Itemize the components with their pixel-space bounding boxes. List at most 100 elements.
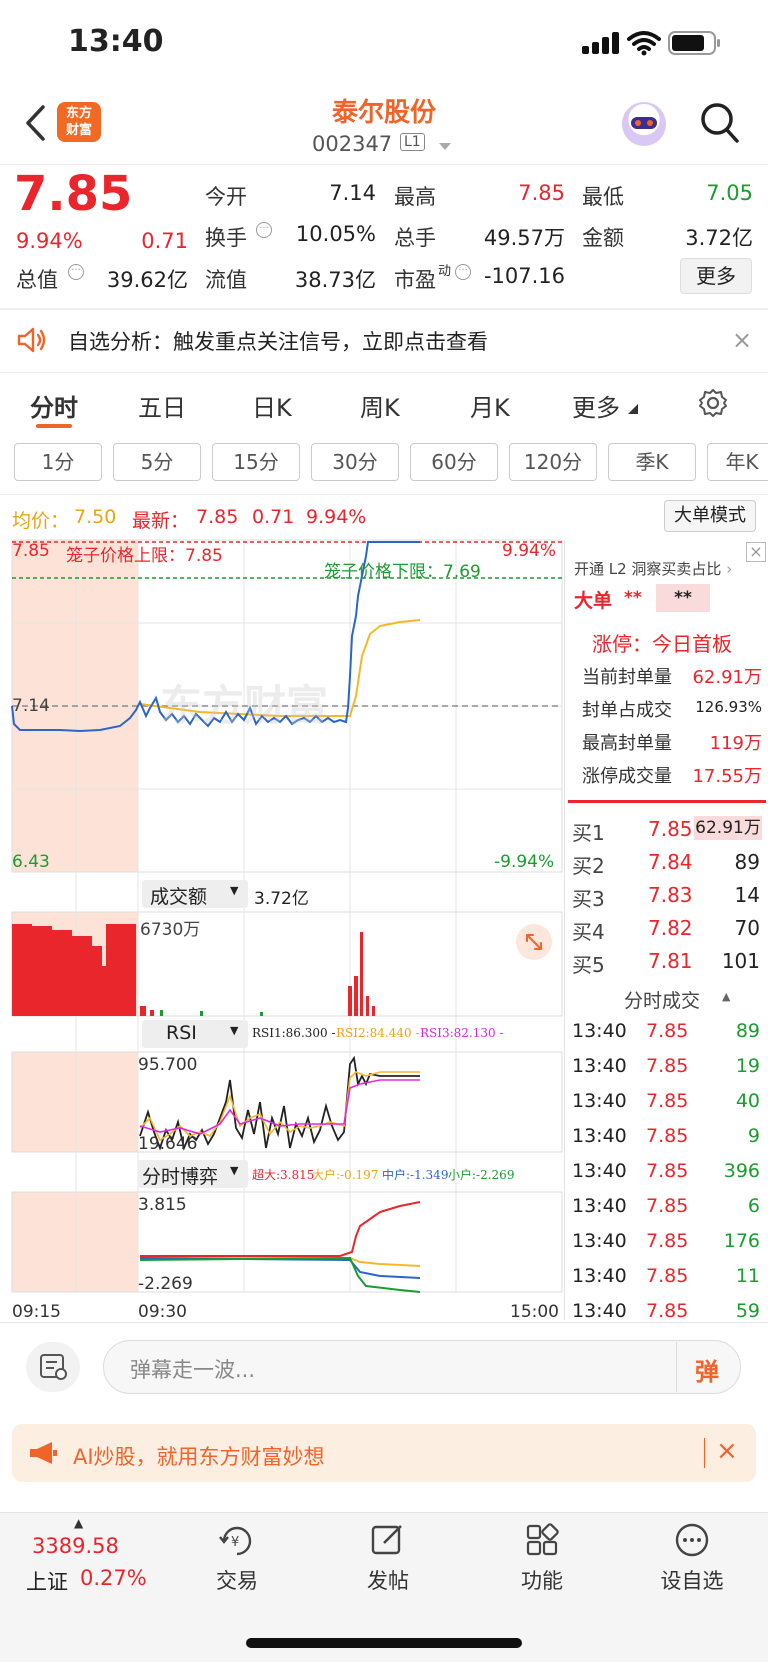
danmu-settings-icon[interactable] bbox=[26, 1342, 80, 1392]
ktab-15min[interactable]: 15分 bbox=[212, 443, 300, 481]
tab-five-day[interactable]: 五日 bbox=[138, 388, 186, 423]
bid-price: 7.85 bbox=[648, 817, 693, 841]
nav-functions[interactable]: 功能 bbox=[482, 1565, 602, 1595]
l2-promo-text: 开通 L2 洞察买卖占比 bbox=[574, 560, 722, 578]
trade-qty: 9 bbox=[747, 1125, 760, 1147]
trades-title[interactable]: 分时成交 bbox=[624, 986, 700, 1013]
bid-label: 买5 bbox=[572, 953, 605, 977]
trade-qty: 19 bbox=[735, 1055, 760, 1077]
post-icon[interactable] bbox=[370, 1522, 406, 1558]
trade-price: 7.85 bbox=[646, 1020, 689, 1042]
intraday-chart[interactable] bbox=[0, 536, 564, 1318]
volume-value: 49.57万 bbox=[483, 226, 565, 250]
settings-icon[interactable] bbox=[698, 388, 728, 418]
ai-banner-text: AI炒股，就用东方财富妙想 bbox=[73, 1445, 325, 1469]
speaker-icon bbox=[17, 327, 46, 353]
expand-icon[interactable] bbox=[516, 924, 552, 960]
close-icon[interactable]: × bbox=[746, 542, 766, 562]
trade-qty: 11 bbox=[735, 1265, 760, 1287]
nav-add-watchlist[interactable]: 设自选 bbox=[632, 1565, 752, 1595]
info-icon[interactable]: ··· bbox=[68, 264, 84, 280]
bid-label: 买2 bbox=[572, 854, 605, 878]
index-pct[interactable]: 0.27% bbox=[80, 1566, 147, 1590]
tab-intraday[interactable]: 分时 bbox=[30, 388, 78, 423]
time-end: 15:00 bbox=[510, 1302, 559, 1322]
stat-label: 当前封单量 bbox=[582, 667, 672, 688]
status-time: 13:40 bbox=[68, 24, 164, 59]
avg-price-value: 7.50 bbox=[74, 506, 117, 528]
big-order-mode-button[interactable]: 大单模式 bbox=[664, 500, 756, 532]
more-button[interactable]: 更多 bbox=[680, 258, 752, 294]
close-icon[interactable]: × bbox=[732, 326, 752, 354]
ktab-60min[interactable]: 60分 bbox=[410, 443, 498, 481]
close-icon[interactable]: × bbox=[716, 1436, 738, 1466]
volume-total: 3.72亿 bbox=[254, 889, 309, 909]
float-cap-label: 流值 bbox=[205, 268, 247, 292]
functions-icon[interactable] bbox=[524, 1522, 560, 1558]
tab-daily-k[interactable]: 日K bbox=[252, 388, 292, 423]
battery-icon bbox=[668, 31, 720, 55]
stat-value: 126.93% bbox=[695, 698, 762, 716]
big-order-label: 大单 bbox=[574, 590, 613, 612]
high-value: 7.85 bbox=[518, 181, 565, 205]
stat-value: 62.91万 bbox=[692, 667, 762, 688]
l2-promo[interactable]: 开通 L2 洞察买卖占比 › bbox=[574, 558, 732, 579]
trade-qty: 59 bbox=[735, 1300, 760, 1322]
robot-assistant-icon[interactable] bbox=[622, 102, 666, 146]
search-icon[interactable] bbox=[700, 102, 740, 144]
upper-limit-label: 笼子价格上限：7.85 bbox=[66, 546, 223, 566]
index-value[interactable]: 3389.58 bbox=[32, 1534, 119, 1558]
turnover-label: 换手 bbox=[205, 226, 247, 250]
pe-label: 市盈 bbox=[394, 268, 436, 292]
info-icon[interactable]: ··· bbox=[455, 264, 471, 280]
game-selector-label: 分时博弈 bbox=[142, 1166, 219, 1188]
tab-more[interactable]: 更多 bbox=[572, 388, 620, 423]
trade-time: 13:40 bbox=[572, 1125, 627, 1147]
dropdown-icon[interactable] bbox=[438, 142, 452, 152]
add-watchlist-icon[interactable] bbox=[674, 1522, 710, 1558]
latest-label: 最新： bbox=[132, 510, 190, 532]
ktab-30min[interactable]: 30分 bbox=[311, 443, 399, 481]
ktab-5min[interactable]: 5分 bbox=[113, 443, 201, 481]
trade-icon[interactable]: ¥ bbox=[218, 1524, 256, 1558]
caret-up-icon: ▲ bbox=[74, 1516, 84, 1530]
rsi1-value: RSI1:86.300 - bbox=[252, 1026, 336, 1040]
time-open: 09:30 bbox=[138, 1302, 187, 1322]
volume-selector[interactable]: 成交额 ▼ bbox=[142, 880, 248, 908]
low-value: 7.05 bbox=[706, 181, 753, 205]
game-small-value: 小户:-2.269 bbox=[448, 1168, 515, 1182]
limit-up-title: 涨停：今日首板 bbox=[592, 632, 732, 656]
notice-text[interactable]: 自选分析：触发重点关注信号，立即点击查看 bbox=[68, 326, 488, 356]
nav-post[interactable]: 发帖 bbox=[328, 1565, 448, 1595]
tab-weekly-k[interactable]: 周K bbox=[360, 388, 400, 423]
volume-selector-label: 成交额 bbox=[150, 886, 208, 908]
market-cap-value: 39.62亿 bbox=[106, 268, 188, 292]
nav-trade[interactable]: 交易 bbox=[177, 1565, 297, 1595]
watermark: 东方财富 bbox=[160, 681, 329, 730]
change-pct: 9.94% bbox=[16, 229, 83, 253]
trade-qty: 40 bbox=[735, 1090, 760, 1112]
game-selector[interactable]: 分时博弈 ▼ bbox=[138, 1160, 248, 1188]
trade-time: 13:40 bbox=[572, 1230, 627, 1252]
latest-price: 7.85 bbox=[196, 506, 239, 528]
trade-qty: 176 bbox=[723, 1230, 760, 1252]
ktab-1min[interactable]: 1分 bbox=[14, 443, 102, 481]
bid-qty: 62.91万 bbox=[694, 816, 762, 840]
banner-divider bbox=[704, 1438, 705, 1468]
trade-qty: 89 bbox=[735, 1020, 760, 1042]
ktab-year-k[interactable]: 年K bbox=[707, 443, 768, 481]
index-name[interactable]: 上证 bbox=[26, 1566, 68, 1596]
dropdown-icon: ▼ bbox=[230, 884, 239, 897]
danmu-send-button[interactable]: 弹 bbox=[676, 1342, 738, 1392]
bid-price: 7.84 bbox=[648, 850, 693, 874]
open-value: 7.14 bbox=[329, 181, 376, 205]
game-super-value: 超大:3.815 bbox=[252, 1168, 315, 1182]
tab-monthly-k[interactable]: 月K bbox=[470, 388, 510, 423]
trade-time: 13:40 bbox=[572, 1090, 627, 1112]
ktab-120min[interactable]: 120分 bbox=[509, 443, 597, 481]
volume-label: 总手 bbox=[394, 226, 436, 250]
avg-price-label: 均价： bbox=[12, 510, 70, 532]
ktab-quarter-k[interactable]: 季K bbox=[608, 443, 696, 481]
upper-price-label: 7.85 bbox=[12, 541, 50, 561]
rsi-selector[interactable]: RSI ▼ bbox=[142, 1020, 248, 1048]
